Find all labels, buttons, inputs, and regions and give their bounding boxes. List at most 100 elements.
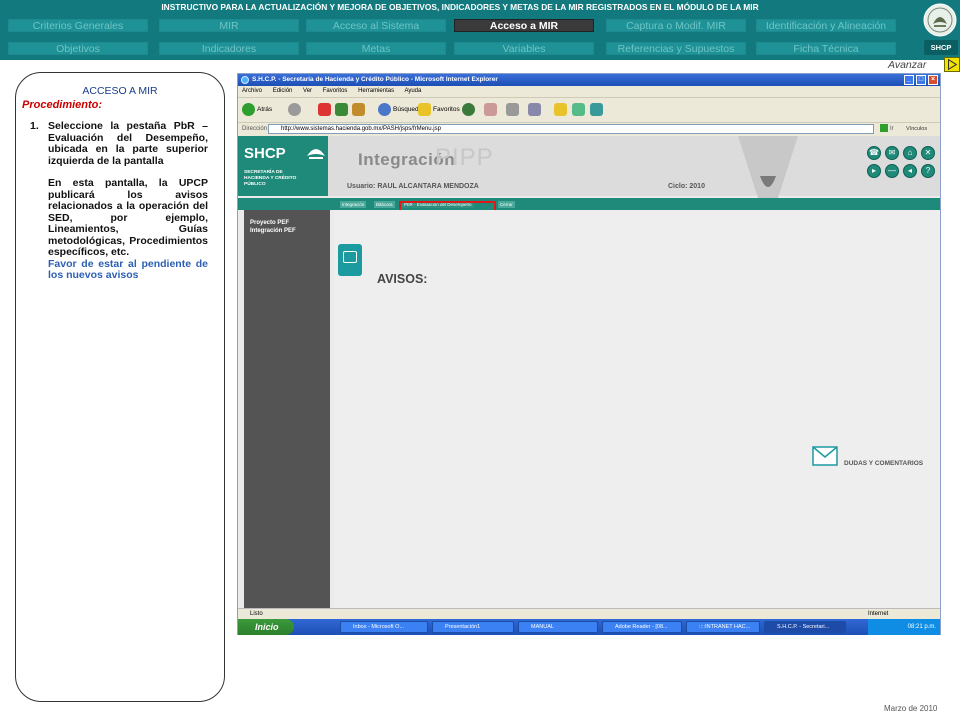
task-manual[interactable]: MANUAL: [518, 621, 598, 633]
minus-icon[interactable]: —: [885, 164, 899, 178]
search-button[interactable]: Búsqueda: [378, 103, 422, 116]
play-icon[interactable]: ▸: [867, 164, 881, 178]
browser-title: S.H.C.P. - Secretaría de Hacienda y Créd…: [252, 76, 498, 83]
step-number: 1.: [30, 120, 39, 132]
stop-icon: [318, 103, 331, 116]
discuss-button[interactable]: [590, 103, 605, 116]
nav-criterios-generales[interactable]: Criterios Generales: [8, 19, 148, 32]
menu-ver[interactable]: Ver: [303, 88, 312, 94]
task-intranet[interactable]: ::::INTRANET HAC...: [686, 621, 760, 633]
nav-ficha-tecnica[interactable]: Ficha Técnica: [756, 42, 896, 55]
address-bar: Dirección http://www.sistemas.hacienda.g…: [238, 123, 940, 135]
task-adobe-reader[interactable]: Adobe Reader - [08...: [602, 621, 682, 633]
avanzar-label: Avanzar: [888, 59, 927, 71]
ie-icon: [241, 76, 249, 84]
curtain-decoration: [738, 136, 798, 198]
notice-book-icon: [338, 244, 362, 276]
forward-arrow-icon: [288, 103, 301, 116]
app-header: SHCP SECRETARÍA DE HACIENDA Y CRÉDITO PÚ…: [238, 136, 940, 198]
edit-icon: [528, 103, 541, 116]
history-icon: [462, 103, 475, 116]
nav-referencias-supuestos[interactable]: Referencias y Supuestos: [606, 42, 746, 55]
nav-objetivos[interactable]: Objetivos: [8, 42, 148, 55]
step-1: 1. Seleccione la pestaña PbR – Evaluació…: [30, 120, 208, 293]
step-highlight: Favor de estar al pendiente de los nuevo…: [48, 257, 208, 281]
home-icon[interactable]: ⌂: [903, 146, 917, 160]
address-input[interactable]: http://www.sistemas.hacienda.gob.mx/PASH…: [268, 124, 874, 134]
back-button[interactable]: Atrás: [242, 103, 272, 116]
browser-menubar: Archivo Edición Ver Favoritos Herramient…: [238, 86, 940, 96]
procedure-label: Procedimiento:: [22, 99, 103, 111]
phone-icon[interactable]: ☎: [867, 146, 881, 160]
menu-archivo[interactable]: Archivo: [242, 88, 262, 94]
menu-favoritos[interactable]: Favoritos: [323, 88, 348, 94]
nav-acceso-a-mir[interactable]: Acceso a MIR: [454, 19, 594, 32]
folder-button[interactable]: [554, 103, 569, 116]
status-text: Listo: [250, 611, 263, 617]
browser-titlebar: S.H.C.P. - Secretaría de Hacienda y Créd…: [238, 74, 940, 86]
slide: INSTRUCTIVO PARA LA ACTUALIZACIÓN Y MEJO…: [0, 0, 960, 720]
nav-indicadores[interactable]: Indicadores: [159, 42, 299, 55]
close-icon[interactable]: ✕: [921, 146, 935, 160]
start-button[interactable]: Inicio: [238, 619, 294, 635]
history-button[interactable]: [462, 103, 477, 116]
menu-edicion[interactable]: Edición: [273, 88, 293, 94]
windows-taskbar: Inicio Inbox - Microsoft O... Presentaci…: [238, 619, 940, 635]
cycle-label: Ciclo: 2010: [668, 183, 705, 190]
home-button[interactable]: [352, 103, 367, 116]
favorites-button[interactable]: Favoritos: [418, 103, 460, 116]
envelope-icon[interactable]: [812, 446, 838, 466]
step-text: Seleccione la pestaña PbR – Evaluación d…: [48, 120, 208, 167]
go-arrow-icon: [880, 124, 888, 133]
search-icon: [378, 103, 391, 116]
menu-herramientas[interactable]: Herramientas: [358, 88, 394, 94]
help-icon[interactable]: ?: [921, 164, 935, 178]
menu-ayuda[interactable]: Ayuda: [404, 88, 421, 94]
tab-cerrar[interactable]: Cerrar: [498, 201, 515, 208]
stop-button[interactable]: [318, 103, 333, 116]
browser-toolbar: Atrás Búsqueda Favoritos: [238, 97, 940, 123]
nav-acceso-al-sistema[interactable]: Acceso al Sistema: [306, 19, 446, 32]
go-button[interactable]: Ir: [880, 123, 894, 135]
nav-variables[interactable]: Variables: [454, 42, 594, 55]
tab-integracion[interactable]: Integración: [340, 201, 367, 208]
task-presentacion[interactable]: Presentación1: [432, 621, 514, 633]
home-icon: [352, 103, 365, 116]
eagle-seal-icon: [923, 3, 957, 37]
nav-mir[interactable]: MIR: [159, 19, 299, 32]
task-shcp[interactable]: S.H.C.P. - Secretari...: [764, 621, 846, 633]
discuss-icon: [590, 103, 603, 116]
instructions-panel: ACCESO A MIR Procedimiento: 1. Seleccion…: [15, 72, 225, 702]
maximize-icon[interactable]: □: [916, 75, 926, 85]
mail-icon[interactable]: ✉: [885, 146, 899, 160]
next-arrow-icon[interactable]: [944, 57, 960, 72]
step-paragraph: En esta pantalla, la UPCP publicará los …: [48, 177, 208, 258]
refresh-button[interactable]: [335, 103, 350, 116]
minimize-icon[interactable]: _: [904, 75, 914, 85]
print-icon: [506, 103, 519, 116]
tab-bitacora[interactable]: Bitácora: [374, 201, 395, 208]
nav-captura-modif-mir[interactable]: Captura o Modif. MIR: [606, 19, 746, 32]
app-logo-block: SHCP SECRETARÍA DE HACIENDA Y CRÉDITO PÚ…: [238, 136, 328, 196]
star-icon: [418, 103, 431, 116]
close-icon[interactable]: ×: [928, 75, 938, 85]
pipp-title: PIPP: [435, 144, 494, 171]
app-content: SHCP SECRETARÍA DE HACIENDA Y CRÉDITO PÚ…: [238, 136, 940, 608]
messenger-button[interactable]: [572, 103, 587, 116]
nav-metas[interactable]: Metas: [306, 42, 446, 55]
forward-button[interactable]: [288, 103, 303, 116]
nav-identificacion-alineacion[interactable]: Identificación y Alineación: [756, 19, 896, 32]
links-label[interactable]: Vínculos: [906, 123, 927, 135]
task-inbox[interactable]: Inbox - Microsoft O...: [340, 621, 428, 633]
notice-book-inner: [343, 251, 357, 263]
address-label: Dirección: [242, 126, 268, 132]
dudas-comentarios-link[interactable]: DUDAS Y COMENTARIOS: [844, 460, 923, 467]
header-band: INSTRUCTIVO PARA LA ACTUALIZACIÓN Y MEJO…: [0, 0, 960, 60]
sidebar-item-proyecto-pef[interactable]: Proyecto PEF: [250, 220, 289, 226]
browser-window: S.H.C.P. - Secretaría de Hacienda y Créd…: [237, 73, 941, 635]
mail-button[interactable]: [484, 103, 499, 116]
edit-button[interactable]: [528, 103, 543, 116]
sidebar-item-integracion-pef[interactable]: Integración PEF: [250, 228, 296, 234]
back-arrow-icon[interactable]: ◂: [903, 164, 917, 178]
print-button[interactable]: [506, 103, 521, 116]
